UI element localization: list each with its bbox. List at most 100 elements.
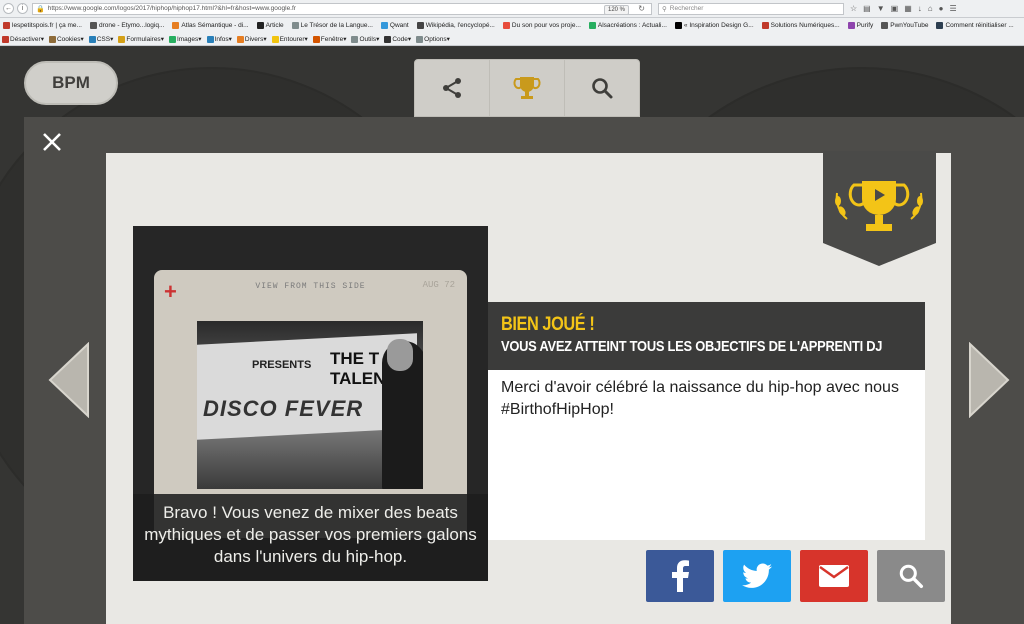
close-button[interactable]	[40, 130, 64, 154]
search-share-button[interactable]	[877, 550, 945, 602]
bookmark-label: « Inspiration Design G...	[683, 22, 754, 29]
lock-icon: 🔒	[36, 5, 45, 13]
caret-down-icon: ▾	[407, 36, 412, 43]
dev-toolbar-menu[interactable]: Désactiver ▾	[2, 35, 44, 43]
bookmark-label: lespetitspois.fr | ça me...	[12, 22, 82, 29]
bookmark-favicon-icon	[847, 22, 855, 29]
bookmark-item[interactable]: lespetitspois.fr | ça me...	[3, 22, 82, 29]
twitter-icon	[742, 563, 772, 588]
dev-toolbar-icon	[118, 35, 126, 43]
twitter-share-button[interactable]	[723, 550, 791, 602]
caret-down-icon: ▾	[40, 36, 44, 43]
dev-toolbar-menu[interactable]: Cookies ▾	[48, 35, 84, 43]
dev-toolbar-icon	[312, 35, 320, 43]
dev-toolbar-label: Infos	[214, 35, 229, 43]
bookmark-label: Alsacréations : Actuali...	[597, 22, 667, 29]
bookmark-label: Article	[265, 22, 284, 29]
dev-toolbar-menu[interactable]: Entourer ▾	[271, 35, 308, 43]
info-icon[interactable]: i	[17, 3, 28, 14]
achievement-message: Merci d'avoir célébré la naissance du hi…	[501, 379, 899, 418]
top-tab-bar	[414, 59, 640, 117]
bookmark-item[interactable]: Qwant	[380, 22, 409, 29]
bookmark-label: Purify	[856, 22, 874, 29]
share-tab[interactable]	[415, 60, 490, 116]
bookmark-item[interactable]: Wikipédia, l'encyclopé...	[416, 22, 495, 29]
dev-toolbar-icon	[384, 35, 392, 43]
search-icon	[592, 78, 613, 99]
download-icon[interactable]: ↓	[918, 4, 922, 13]
photo-panel: + VIEW FROM THIS SIDE AUG 72 PRESENTS TH…	[133, 226, 488, 581]
caret-down-icon: ▾	[160, 36, 164, 43]
facebook-share-button[interactable]	[646, 550, 714, 602]
bookmark-item[interactable]: Comment réinitialiser ...	[936, 22, 1014, 29]
dev-toolbar-label: Divers	[244, 35, 264, 43]
zoom-indicator[interactable]: 120 %	[603, 4, 629, 15]
star-icon[interactable]: ☆	[850, 4, 857, 13]
search-icon: ⚲	[662, 5, 667, 13]
achievement-title: BIEN JOUÉ !	[501, 314, 595, 335]
menu-icon[interactable]: ☰	[949, 4, 956, 13]
dev-toolbar-menu[interactable]: Infos ▾	[206, 35, 232, 43]
addon-icon[interactable]: ▦	[904, 4, 912, 13]
chevron-right-icon	[969, 341, 1010, 419]
pocket-icon[interactable]: ▼	[877, 4, 885, 13]
dev-toolbar-menu[interactable]: Outils ▾	[351, 35, 379, 43]
address-bar[interactable]: 🔒 https://www.google.com/logos/2017/hiph…	[32, 2, 652, 15]
previous-arrow-button[interactable]	[46, 341, 90, 423]
bookmark-item[interactable]: Du son pour vos proje...	[502, 22, 581, 29]
save-icon[interactable]: ▣	[891, 4, 899, 13]
bookmark-favicon-icon	[291, 22, 299, 29]
bookmark-item[interactable]: « Inspiration Design G...	[674, 22, 754, 29]
caret-down-icon: ▾	[343, 36, 347, 43]
dev-toolbar-icon	[206, 35, 214, 43]
url-text: https://www.google.com/logos/2017/hiphop…	[47, 5, 296, 12]
bookmark-item[interactable]: Article	[256, 22, 284, 29]
bookmark-favicon-icon	[3, 22, 10, 29]
sign-disco-fever: DISCO FEVER	[203, 396, 364, 421]
bookmark-label: Du son pour vos proje...	[511, 22, 581, 29]
dev-toolbar-menu[interactable]: Divers ▾	[236, 35, 267, 43]
dev-toolbar-menu[interactable]: Formulaires ▾	[118, 35, 164, 43]
back-icon[interactable]: ←	[3, 3, 14, 14]
bookmark-item[interactable]: Alsacréations : Actuali...	[588, 22, 667, 29]
dev-toolbar-menu[interactable]: Options ▾	[416, 35, 450, 43]
bookmark-item[interactable]: PwnYouTube	[881, 22, 928, 29]
bookmark-item[interactable]: Le Trésor de la Langue...	[291, 22, 373, 29]
bookmark-favicon-icon	[89, 22, 97, 29]
bookmark-item[interactable]: Atlas Sémantique - di...	[172, 22, 249, 29]
bookmark-item[interactable]: Purify	[847, 22, 874, 29]
dev-toolbar-menu[interactable]: Code ▾	[384, 35, 411, 43]
dev-toolbar-label: Options	[424, 35, 447, 43]
dev-toolbar-icon	[168, 35, 176, 43]
search-tab[interactable]	[565, 60, 639, 116]
achievement-header	[488, 302, 925, 370]
caret-down-icon: ▾	[304, 36, 308, 43]
caret-down-icon: ▾	[80, 36, 84, 43]
bookmark-favicon-icon	[416, 22, 424, 29]
reload-icon[interactable]: ↻	[638, 4, 645, 13]
bookmark-item[interactable]: drone - Etymo...logiq...	[89, 22, 164, 29]
bpm-button[interactable]: BPM	[24, 61, 118, 105]
slide-header-text: VIEW FROM THIS SIDE	[255, 282, 366, 291]
bookmark-favicon-icon	[380, 22, 388, 29]
reading-list-icon[interactable]: ▤	[863, 4, 871, 13]
trophy-tab[interactable]	[490, 60, 565, 116]
extension-icon[interactable]: ●	[939, 4, 944, 13]
bookmark-favicon-icon	[588, 22, 596, 29]
dev-toolbar-menu[interactable]: Images ▾	[168, 35, 202, 43]
email-share-button[interactable]	[800, 550, 868, 602]
bookmark-item[interactable]: Solutions Numériques...	[761, 22, 840, 29]
home-icon[interactable]: ⌂	[928, 4, 933, 13]
close-icon	[43, 133, 61, 151]
caret-down-icon: ▾	[263, 36, 267, 43]
browser-navbar: ← i 🔒 https://www.google.com/logos/2017/…	[0, 0, 1024, 18]
dev-toolbar-icon	[351, 35, 359, 43]
search-input[interactable]: ⚲ Rechercher	[658, 2, 844, 15]
slide-corner-text: AUG 72	[422, 280, 455, 290]
dev-toolbar-menu[interactable]: CSS ▾	[88, 35, 113, 43]
bookmark-label: Wikipédia, l'encyclopé...	[425, 22, 495, 29]
bookmark-favicon-icon	[936, 22, 944, 29]
dev-toolbar-menu[interactable]: Fenêtre ▾	[312, 35, 347, 43]
next-arrow-button[interactable]	[968, 341, 1012, 423]
bookmark-favicon-icon	[256, 22, 264, 29]
